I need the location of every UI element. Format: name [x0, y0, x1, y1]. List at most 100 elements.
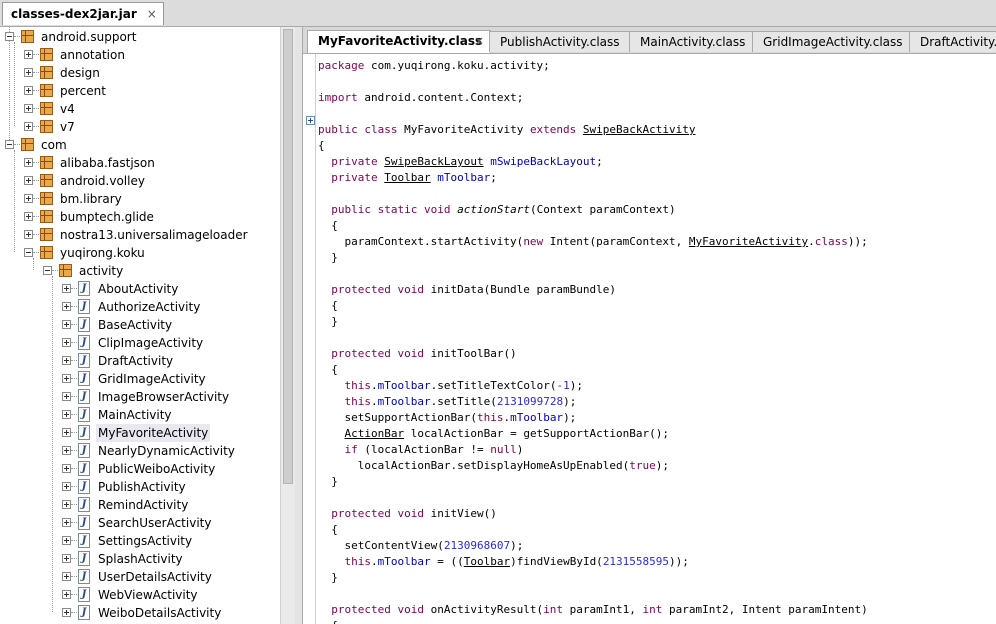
expand-icon[interactable] — [62, 392, 71, 401]
editor-tab[interactable]: MainActivity.class — [629, 31, 754, 52]
tree-item-package[interactable]: activity — [0, 262, 280, 280]
expand-icon[interactable] — [62, 536, 71, 545]
expand-icon[interactable] — [24, 50, 33, 59]
tree-item-class[interactable]: J SplashActivity — [0, 550, 280, 568]
expand-icon[interactable] — [24, 194, 33, 203]
expand-icon[interactable] — [62, 464, 71, 473]
package-icon — [21, 138, 34, 151]
code-view[interactable]: package com.yuqirong.koku.activity; impor… — [303, 54, 996, 624]
tree-connector — [71, 468, 77, 469]
tree-item-class[interactable]: J SearchUserActivity — [0, 514, 280, 532]
expand-icon[interactable] — [24, 230, 33, 239]
expand-icon[interactable] — [62, 482, 71, 491]
expand-icon[interactable] — [24, 212, 33, 221]
expand-icon[interactable] — [62, 500, 71, 509]
tree-item-package[interactable]: annotation — [0, 46, 280, 64]
expand-icon[interactable] — [62, 446, 71, 455]
tree-item-class[interactable]: J ImageBrowserActivity — [0, 388, 280, 406]
expand-icon[interactable] — [62, 410, 71, 419]
tree-item-package[interactable]: alibaba.fastjson — [0, 154, 280, 172]
tree-connector — [33, 108, 39, 109]
tree-item-class[interactable]: J WeiboDetailsActivity — [0, 604, 280, 622]
tree-item-class[interactable]: J NearlyDynamicActivity — [0, 442, 280, 460]
expand-icon[interactable] — [62, 572, 71, 581]
expand-icon[interactable] — [62, 428, 71, 437]
tree-item-class[interactable]: J DraftActivity — [0, 352, 280, 370]
code-token[interactable]: SwipeBackLayout — [384, 155, 483, 168]
expand-icon[interactable] — [24, 176, 33, 185]
tree-item-class[interactable]: J WebViewActivity — [0, 586, 280, 604]
code-token: true — [629, 459, 656, 472]
editor-tab[interactable]: MyFavoriteActivity.class × — [307, 30, 491, 53]
expand-icon[interactable] — [62, 554, 71, 563]
code-token[interactable]: Toolbar — [384, 171, 430, 184]
editor-tab[interactable]: PublishActivity.class — [489, 31, 631, 52]
code-token[interactable]: MyFavoriteActivity — [689, 235, 808, 248]
tree-item-class[interactable]: J MainActivity — [0, 406, 280, 424]
tree-item-package[interactable]: v7 — [0, 118, 280, 136]
tree-item-package[interactable]: yuqirong.koku — [0, 244, 280, 262]
tree-item-class[interactable]: J SettingsActivity — [0, 532, 280, 550]
code-token[interactable]: Toolbar — [464, 555, 510, 568]
tree-item-class[interactable]: J PublishActivity — [0, 478, 280, 496]
tree-item-class[interactable]: J AuthorizeActivity — [0, 298, 280, 316]
splitter[interactable] — [295, 27, 302, 624]
expand-icon[interactable] — [62, 338, 71, 347]
expand-icon[interactable] — [24, 104, 33, 113]
tree-item-package[interactable]: bumptech.glide — [0, 208, 280, 226]
expand-icon[interactable] — [62, 608, 71, 617]
expand-icon[interactable] — [62, 356, 71, 365]
expand-icon[interactable] — [62, 518, 71, 527]
tree-item-class[interactable]: J RemindActivity — [0, 496, 280, 514]
expand-icon[interactable] — [24, 122, 33, 131]
editor-tab-bar: MyFavoriteActivity.class × PublishActivity… — [303, 27, 996, 54]
tree-scrollbar-thumb[interactable] — [283, 29, 293, 484]
expand-icon[interactable] — [62, 374, 71, 383]
package-icon — [40, 84, 53, 97]
editor-tab[interactable]: DraftActivity.cl — [909, 31, 996, 52]
tree-connector — [33, 198, 39, 199]
close-icon[interactable]: × — [147, 3, 157, 25]
tree-item-package[interactable]: design — [0, 64, 280, 82]
collapse-icon[interactable] — [5, 32, 14, 41]
tree-item-class[interactable]: J AboutActivity — [0, 280, 280, 298]
expand-icon[interactable] — [24, 158, 33, 167]
tree-item-package[interactable]: v4 — [0, 100, 280, 118]
tree-item-package[interactable]: com — [0, 136, 280, 154]
collapse-icon[interactable] — [5, 140, 14, 149]
tree-item-package[interactable]: nostra13.universalimageloader — [0, 226, 280, 244]
tree-item-class[interactable]: J ClipImageActivity — [0, 334, 280, 352]
tree-item-label: MyFavoriteActivity — [96, 424, 211, 442]
code-line: { — [318, 218, 338, 234]
tree-item-class[interactable]: J UserDetailsActivity — [0, 568, 280, 586]
expand-icon[interactable] — [62, 284, 71, 293]
tree-item-class[interactable]: J BaseActivity — [0, 316, 280, 334]
tree-item-package[interactable]: android.volley — [0, 172, 280, 190]
code-token: 2131099728 — [496, 395, 564, 408]
tree-item-class[interactable]: J MyFavoriteActivity — [0, 424, 280, 442]
code-token[interactable]: SwipeBackActivity — [583, 123, 696, 136]
file-tab-classes-dex2jar[interactable]: classes-dex2jar.jar × — [2, 2, 164, 25]
collapse-icon[interactable] — [43, 266, 52, 275]
close-icon[interactable]: × — [474, 31, 484, 51]
tree-item-package[interactable]: android.support — [0, 28, 280, 46]
code-token: protected void — [331, 283, 424, 296]
expand-icon[interactable] — [24, 86, 33, 95]
tree-item-class[interactable]: J PublicWeiboActivity — [0, 460, 280, 478]
code-token[interactable]: ActionBar — [345, 427, 405, 440]
expand-icon[interactable] — [62, 320, 71, 329]
tree-item-class[interactable]: J GridImageActivity — [0, 370, 280, 388]
code-token: } — [318, 571, 338, 584]
collapse-icon[interactable] — [24, 248, 33, 257]
tree-item-package[interactable]: percent — [0, 82, 280, 100]
expand-icon[interactable] — [62, 302, 71, 311]
expand-icon[interactable] — [62, 590, 71, 599]
java-file-icon: J — [78, 299, 90, 314]
tree-item-package[interactable]: bm.library — [0, 190, 280, 208]
editor-tab[interactable]: GridImageActivity.class — [752, 31, 911, 52]
expand-fold-icon[interactable] — [306, 116, 315, 125]
expand-icon[interactable] — [24, 68, 33, 77]
tree-scrollbar[interactable] — [280, 27, 295, 624]
